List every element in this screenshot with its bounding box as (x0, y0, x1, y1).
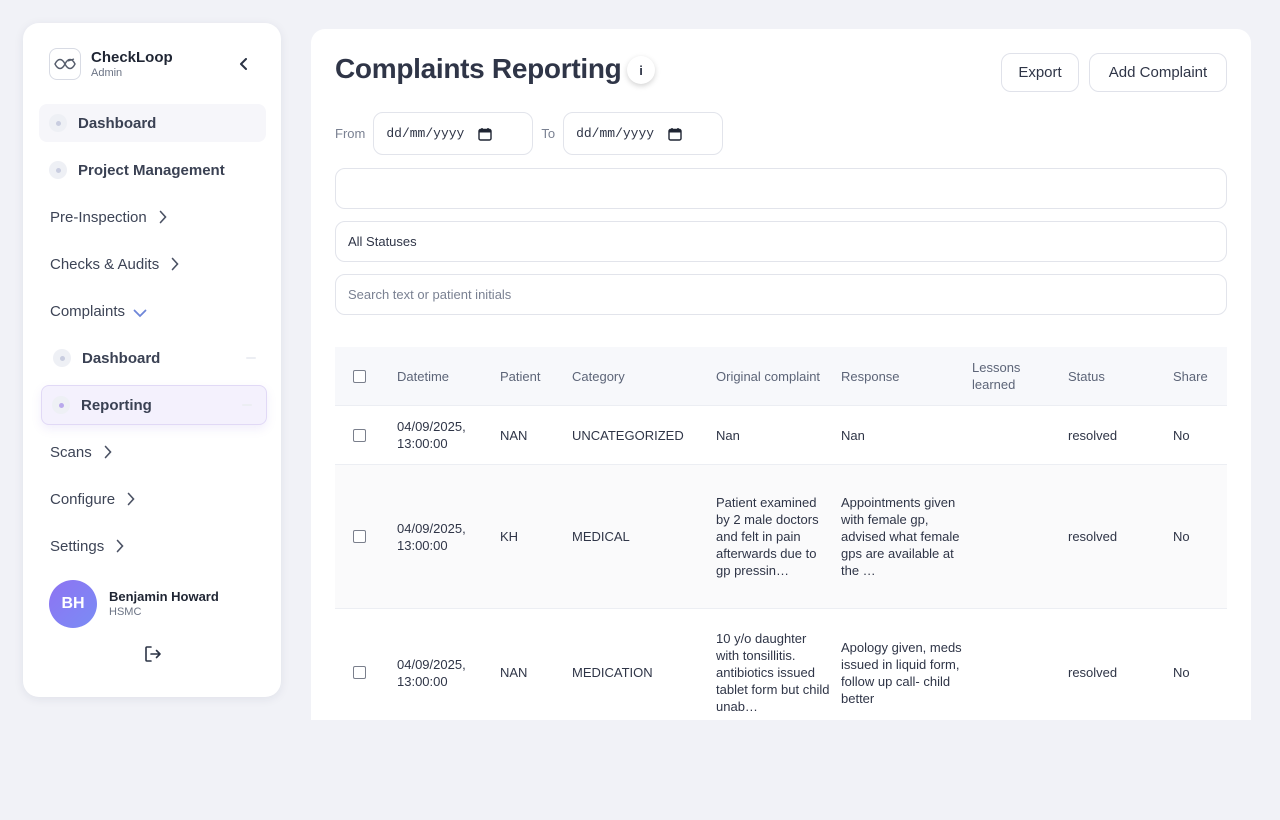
cell-patient: NAN (500, 427, 528, 443)
sidebar-item-scans[interactable]: Scans (39, 433, 266, 471)
sidebar-item-label: Project Management (78, 161, 225, 179)
column-header-patient[interactable]: Patient (500, 368, 572, 385)
calendar-icon[interactable] (478, 127, 493, 141)
row-checkbox[interactable] (353, 428, 366, 442)
cell-patient: KH (500, 529, 519, 544)
main-panel: Complaints Reporting i Export Add Compla… (311, 29, 1251, 720)
project-management-icon (49, 161, 67, 179)
cell-share: No (1173, 529, 1190, 544)
cell-datetime: 04/09/2025, 13:00:00 (397, 656, 466, 689)
cell-category: MEDICATION (572, 665, 653, 680)
user-profile[interactable]: BH Benjamin Howard HSMC (49, 580, 219, 628)
cell-patient: NAN (500, 665, 528, 680)
brand-name: CheckLoop (91, 48, 173, 66)
cell-datetime: 04/09/2025, 13:00:00 (397, 419, 466, 451)
logout-icon[interactable] (143, 644, 163, 664)
chevron-down-icon (133, 309, 147, 318)
info-button[interactable]: i (627, 56, 655, 84)
brand-logo-icon (49, 48, 81, 80)
cell-share: No (1173, 427, 1190, 443)
cell-response: Nan (841, 427, 865, 443)
to-label: To (541, 126, 556, 141)
chevron-right-icon (104, 445, 112, 459)
sidebar-item-dashboard[interactable]: Dashboard (39, 104, 266, 142)
sidebar-item-label: Checks & Audits (50, 255, 160, 273)
submenu-indicator (242, 404, 252, 406)
row-checkbox[interactable] (353, 530, 366, 543)
cell-status: resolved (1068, 665, 1118, 680)
collapse-sidebar-button[interactable] (235, 55, 253, 73)
sidebar-item-complaints[interactable]: Complaints (39, 292, 266, 330)
complaints-table: Datetime Patient Category Original compl… (335, 347, 1227, 720)
page-title: Complaints Reporting (335, 53, 622, 84)
cell-category: MEDICAL (572, 529, 630, 544)
cell-status: resolved (1068, 427, 1118, 443)
column-header-datetime[interactable]: Datetime (397, 368, 500, 385)
column-header-category[interactable]: Category (572, 368, 716, 385)
table-row[interactable]: 04/09/2025, 13:00:00 NAN UNCATEGORIZED N… (335, 406, 1227, 465)
sidebar-item-pre-inspection[interactable]: Pre-Inspection (39, 198, 266, 236)
row-checkbox[interactable] (353, 666, 366, 679)
brand: CheckLoop Admin (49, 48, 173, 80)
sidebar-item-label: Complaints (50, 302, 126, 320)
sidebar-item-checks-audits[interactable]: Checks & Audits (39, 245, 266, 283)
sidebar-item-settings[interactable]: Settings (39, 527, 266, 565)
cell-category: UNCATEGORIZED (572, 427, 684, 443)
select-all-checkbox[interactable] (353, 369, 366, 383)
search-input[interactable]: Search text or patient initials (335, 274, 1227, 315)
cell-original-complaint: Nan (716, 427, 740, 443)
dashboard-icon (49, 114, 67, 132)
user-org: HSMC (109, 606, 142, 618)
table-header: Datetime Patient Category Original compl… (335, 347, 1227, 406)
column-header-lessons-learned[interactable]: Lessons learned (972, 359, 1068, 393)
sidebar-item-label: Configure (50, 490, 116, 508)
user-name: Benjamin Howard (109, 589, 219, 604)
from-date-value: dd/mm/yyyy (386, 126, 465, 141)
sidebar-item-label: Dashboard (82, 349, 161, 367)
export-button[interactable]: Export (1001, 53, 1079, 92)
avatar: BH (49, 580, 97, 628)
chevron-right-icon (171, 257, 179, 271)
cell-original-complaint: Patient examined by 2 male doctors and f… (716, 495, 819, 578)
sidebar-item-configure[interactable]: Configure (39, 480, 266, 518)
chevron-right-icon (159, 210, 167, 224)
sidebar-item-project-management[interactable]: Project Management (39, 151, 266, 189)
chevron-right-icon (127, 492, 135, 506)
cell-share: No (1173, 665, 1190, 680)
column-header-original-complaint[interactable]: Original complaint (716, 368, 841, 385)
column-header-status[interactable]: Status (1068, 368, 1173, 385)
sidebar-subitem-complaints-dashboard[interactable]: Dashboard (43, 339, 270, 377)
dashboard-icon (53, 349, 71, 367)
sidebar-item-label: Scans (50, 443, 92, 461)
brand-role: Admin (91, 66, 123, 79)
cell-status: resolved (1068, 529, 1118, 544)
to-date-input[interactable]: dd/mm/yyyy (563, 112, 724, 155)
to-date-value: dd/mm/yyyy (576, 126, 655, 141)
status-select[interactable]: All Statuses (335, 221, 1227, 262)
table-row[interactable]: 04/09/2025, 13:00:00 KH MEDICAL Patient … (335, 465, 1227, 609)
calendar-icon[interactable] (668, 127, 682, 141)
sidebar-subitem-complaints-reporting[interactable]: Reporting (41, 385, 267, 425)
table-row[interactable]: 04/09/2025, 13:00:00 NAN MEDICATION 10 y… (335, 609, 1227, 720)
chevron-left-icon (240, 58, 247, 70)
from-label: From (335, 126, 366, 141)
column-header-response[interactable]: Response (841, 368, 972, 385)
sidebar: CheckLoop Admin Dashboard Project Manage… (23, 23, 281, 697)
sidebar-item-label: Dashboard (78, 114, 157, 132)
cell-datetime: 04/09/2025, 13:00:00 (397, 520, 466, 553)
sidebar-item-label: Settings (50, 537, 105, 555)
add-complaint-button[interactable]: Add Complaint (1089, 53, 1227, 92)
cell-response: Appointments given with female gp, advis… (841, 495, 960, 578)
submenu-indicator (246, 357, 256, 359)
reporting-icon (52, 396, 70, 414)
from-date-input[interactable]: dd/mm/yyyy (373, 112, 534, 155)
cell-response: Apology given, meds issued in liquid for… (841, 639, 962, 706)
category-select[interactable] (335, 168, 1227, 209)
column-header-share[interactable]: Share (1173, 368, 1227, 385)
sidebar-item-label: Pre-Inspection (50, 208, 147, 226)
cell-original-complaint: 10 y/o daughter with tonsillitis. antibi… (716, 631, 830, 714)
sidebar-item-label: Reporting (81, 396, 152, 414)
date-range-filter: From dd/mm/yyyy To dd/mm/yyyy (335, 112, 724, 155)
chevron-right-icon (116, 539, 124, 553)
